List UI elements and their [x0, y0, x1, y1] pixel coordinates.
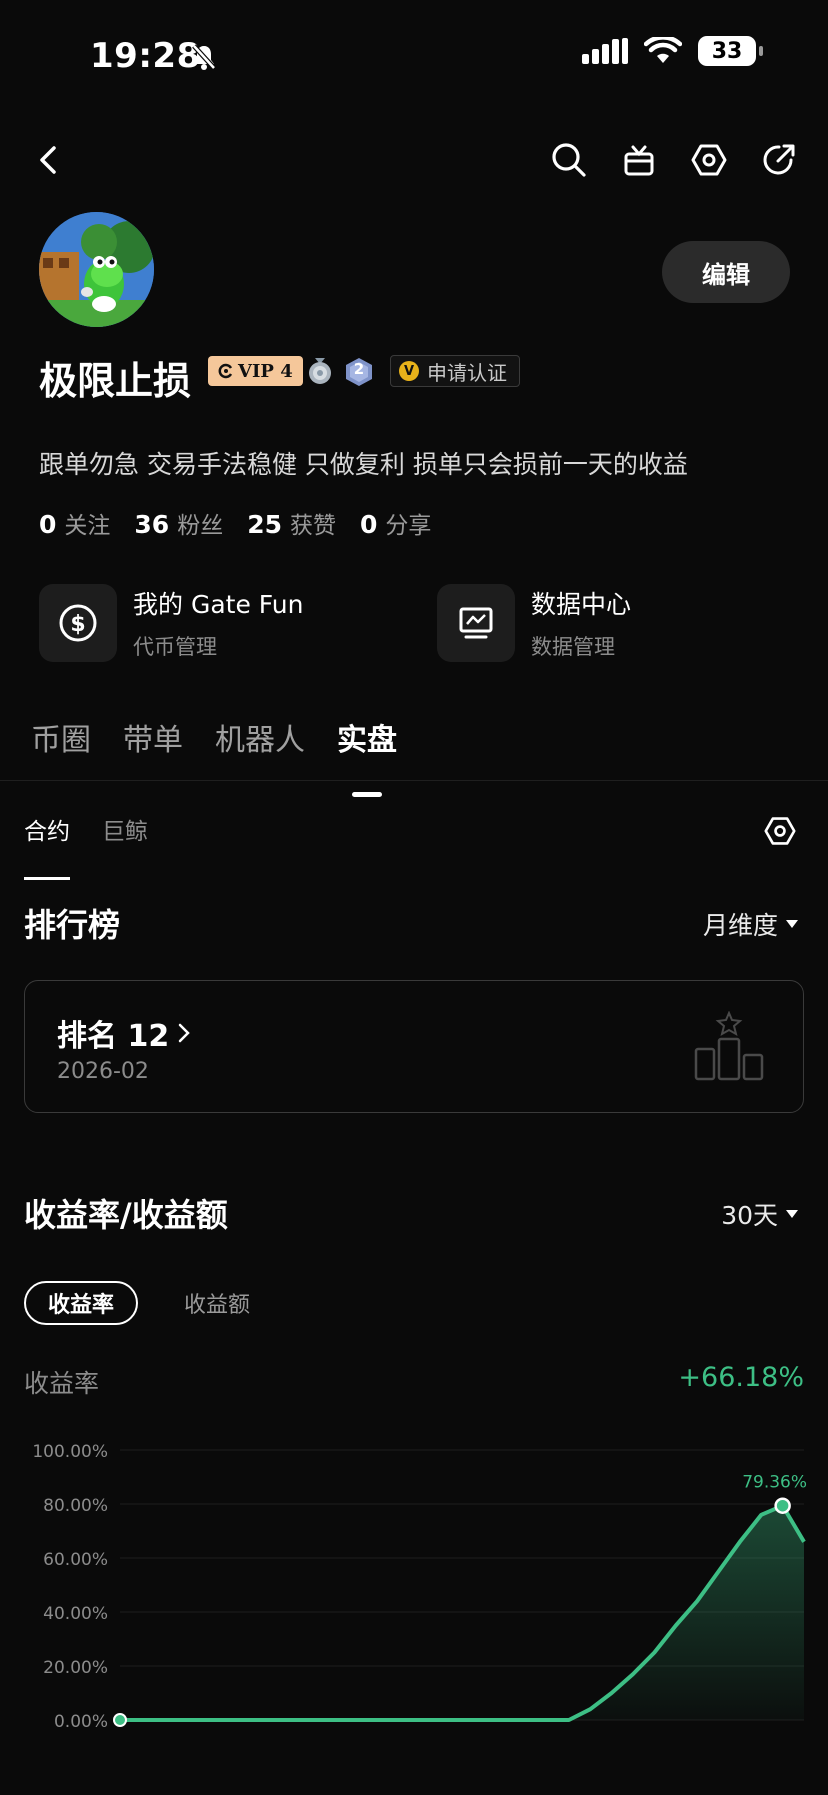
- gift-icon: [624, 145, 654, 176]
- pill-return-amount[interactable]: 收益额: [162, 1281, 272, 1325]
- subtab-whale[interactable]: 巨鲸: [102, 812, 148, 846]
- ranking-card[interactable]: 排名 12 2026-02: [24, 980, 804, 1113]
- status-icons: 33: [582, 36, 763, 66]
- pill-return-rate[interactable]: 收益率: [24, 1281, 139, 1325]
- stat-followers[interactable]: 36 粉丝: [134, 506, 223, 540]
- profile-bio: 跟单勿急 交易手法稳健 只做复利 损单只会损前一天的收益: [39, 450, 688, 479]
- series-area: [120, 1505, 804, 1720]
- peak-label: 79.36%: [742, 1473, 807, 1493]
- y-tick-label: 60.00%: [43, 1550, 108, 1570]
- edit-profile-button[interactable]: 编辑: [662, 241, 790, 303]
- returns-toggle: 收益率 收益额: [24, 1281, 272, 1325]
- tool-title: 数据中心: [531, 590, 632, 619]
- podium-icon: [694, 1011, 764, 1081]
- gate-fun-entry[interactable]: $ 我的 Gate Fun 代币管理: [39, 584, 303, 662]
- returns-period-dropdown[interactable]: 30天: [721, 1196, 798, 1232]
- tabs-divider: [0, 780, 828, 781]
- settings-button[interactable]: [687, 138, 731, 182]
- tab-live-trading[interactable]: 实盘: [337, 715, 397, 759]
- tab-crypto[interactable]: 币圈: [31, 715, 91, 759]
- bell-muted-icon: [192, 44, 216, 70]
- level-hexagon-badge[interactable]: 2: [344, 357, 372, 386]
- vip-badge[interactable]: VIP 4: [208, 356, 303, 386]
- rank-label-row: 排名 12: [57, 1011, 191, 1055]
- dropdown-label: 月维度: [702, 911, 778, 940]
- vip-label: VIP 4: [238, 360, 293, 382]
- cellular-signal-icon: [582, 38, 628, 64]
- avatar[interactable]: [39, 212, 154, 327]
- silver-medal-icon[interactable]: [306, 357, 334, 385]
- caret-down-icon: [786, 1210, 798, 1218]
- profile-stats: 0 关注 36 粉丝 25 获赞 0 分享: [39, 506, 431, 540]
- wifi-icon: [644, 37, 682, 63]
- stat-value: 25: [247, 510, 282, 539]
- stat-value: 36: [134, 510, 170, 539]
- metric-label: 收益率: [24, 1369, 100, 1398]
- stat-value: 0: [360, 510, 378, 539]
- y-tick-label: 40.00%: [43, 1604, 108, 1624]
- avatar-image: [39, 212, 154, 327]
- tool-subtitle: 代币管理: [133, 635, 217, 659]
- stat-label: 粉丝: [177, 513, 224, 539]
- search-icon: [552, 143, 586, 177]
- peak-point: [774, 1497, 791, 1514]
- start-point: [113, 1713, 127, 1727]
- y-tick-label: 100.00%: [32, 1442, 108, 1462]
- stat-label: 获赞: [290, 513, 336, 539]
- chevron-left-icon: [40, 146, 56, 174]
- stat-value: 0: [39, 510, 57, 539]
- tool-subtitle: 数据管理: [531, 635, 615, 659]
- dollar-coin-icon: $: [39, 584, 117, 662]
- verify-label: 申请认证: [427, 360, 507, 385]
- ranking-period-dropdown[interactable]: 月维度: [703, 906, 798, 942]
- metric-value: +66.18%: [678, 1362, 804, 1393]
- chevron-right-icon: [178, 1023, 190, 1043]
- stat-shares[interactable]: 0 分享: [360, 506, 431, 540]
- y-tick-label: 0.00%: [54, 1712, 108, 1730]
- gear-icon: [764, 817, 796, 845]
- apply-verification-button[interactable]: V 申请认证: [390, 355, 520, 387]
- sub-tabs: 合约 巨鲸: [24, 812, 148, 880]
- dropdown-label: 30天: [721, 1201, 778, 1230]
- verified-v-icon: V: [399, 361, 419, 381]
- chart-monitor-icon: [437, 584, 515, 662]
- battery-indicator: 33: [698, 36, 763, 66]
- main-tabs: 币圈 带单 机器人 实盘: [31, 715, 397, 759]
- back-button[interactable]: [26, 138, 70, 182]
- vip-swirl-icon: [218, 363, 233, 379]
- share-icon: [763, 144, 795, 175]
- ranking-title: 排行榜: [24, 906, 121, 944]
- gear-icon: [691, 144, 727, 176]
- svg-text:$: $: [70, 612, 85, 637]
- returns-title: 收益率/收益额: [24, 1196, 228, 1234]
- stat-following[interactable]: 0 关注: [39, 506, 110, 540]
- share-button[interactable]: [757, 138, 801, 182]
- status-time: 19:28: [90, 36, 201, 76]
- caret-down-icon: [786, 920, 798, 928]
- tool-title: 我的 Gate Fun: [133, 590, 304, 619]
- stat-label: 关注: [64, 513, 111, 539]
- level-number: 2: [353, 360, 365, 378]
- stat-label: 分享: [385, 513, 432, 539]
- y-tick-label: 80.00%: [43, 1496, 108, 1516]
- data-center-entry[interactable]: 数据中心 数据管理: [437, 584, 631, 662]
- tab-bots[interactable]: 机器人: [215, 715, 305, 759]
- rank-date: 2026-02: [57, 1059, 149, 1084]
- subtab-settings-button[interactable]: [758, 809, 802, 853]
- gift-button[interactable]: [617, 138, 661, 182]
- search-button[interactable]: [547, 138, 591, 182]
- username: 极限止损: [39, 359, 192, 403]
- stat-likes[interactable]: 25 获赞: [247, 506, 336, 540]
- return-rate-chart[interactable]: 100.00% 80.00% 60.00% 40.00% 20.00% 0.00% 79.3…: [0, 1430, 828, 1730]
- tab-copy-trading[interactable]: 带单: [123, 715, 183, 759]
- rank-label: 排名 12: [57, 1019, 170, 1054]
- y-tick-label: 20.00%: [43, 1658, 108, 1678]
- subtab-futures[interactable]: 合约: [24, 812, 70, 880]
